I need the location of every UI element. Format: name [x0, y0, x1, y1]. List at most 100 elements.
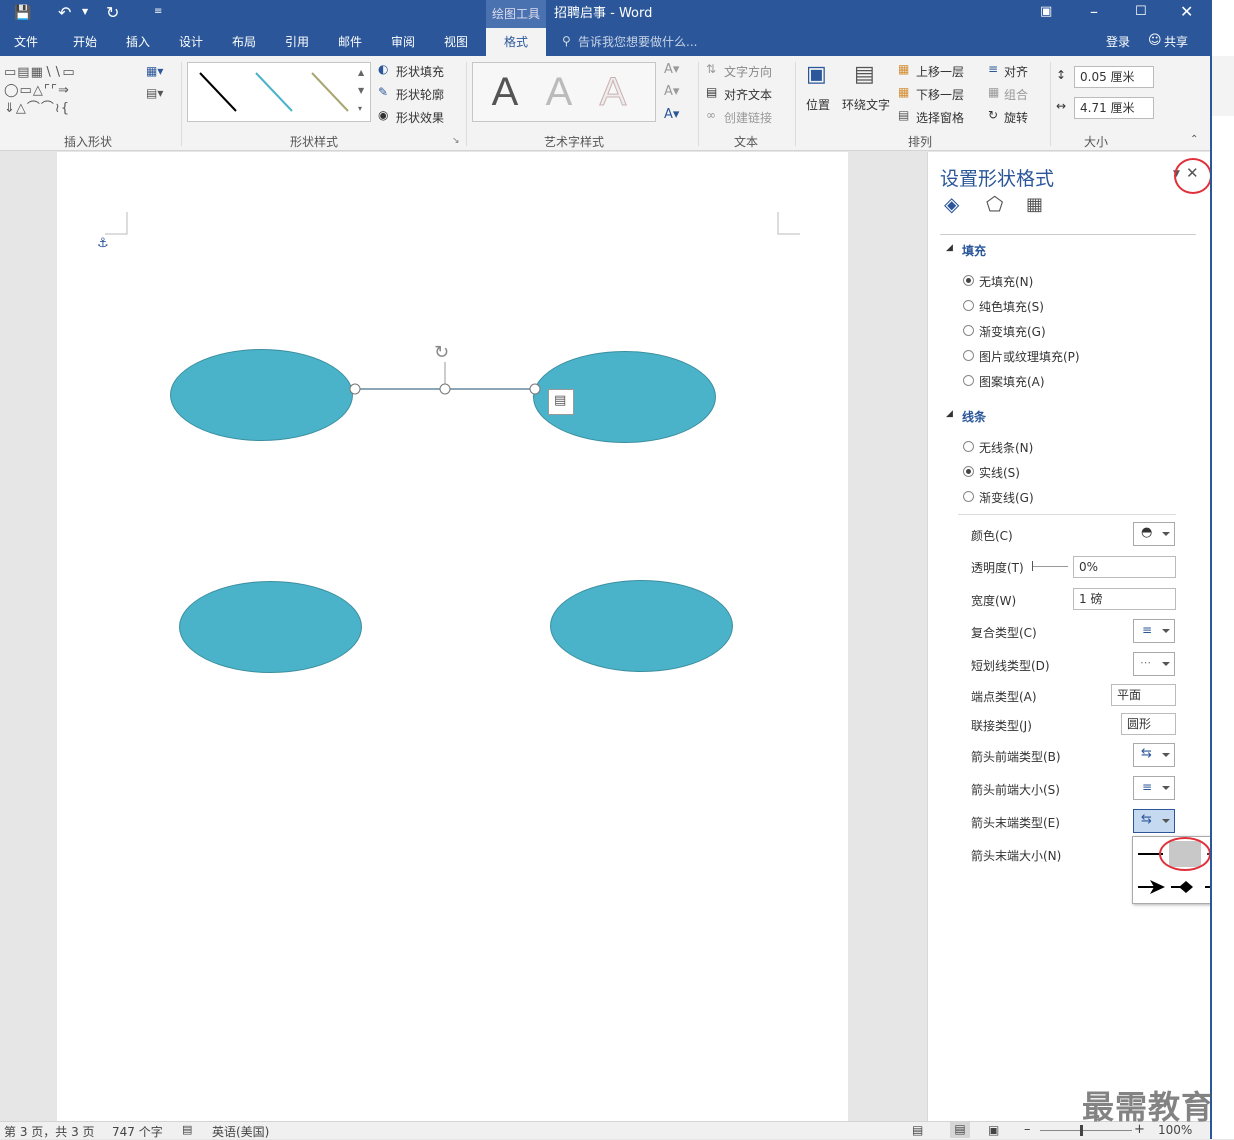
- group-button[interactable]: 组合: [1004, 86, 1028, 103]
- undo-icon[interactable]: ↶: [58, 3, 71, 22]
- transparency-input[interactable]: 0%: [1073, 556, 1176, 578]
- wordart-gallery[interactable]: A A A: [472, 62, 656, 122]
- transparency-slider[interactable]: [1032, 561, 1068, 571]
- document-page[interactable]: ⚓ ↻ ▤: [57, 152, 848, 1122]
- rotate-button[interactable]: 旋转: [1004, 109, 1028, 126]
- size-layout-tab-icon[interactable]: ▦: [1026, 194, 1043, 215]
- collapse-line-icon[interactable]: ◢: [946, 409, 953, 419]
- status-words[interactable]: 747 个字: [112, 1123, 163, 1140]
- effects-tab-icon[interactable]: ⬠: [986, 192, 1003, 216]
- collapse-fill-icon[interactable]: ◢: [946, 243, 953, 253]
- redo-icon[interactable]: ↻: [106, 3, 119, 22]
- status-page[interactable]: 第 3 页，共 3 页: [4, 1123, 95, 1140]
- zoom-out-icon[interactable]: –: [1024, 1122, 1031, 1137]
- shape-fill-button[interactable]: 形状填充: [396, 63, 444, 80]
- radio-gradient-fill[interactable]: [963, 325, 974, 336]
- begin-size-dropdown[interactable]: ≡: [1133, 776, 1175, 800]
- fill-line-tab-icon[interactable]: ◈: [944, 192, 959, 216]
- customize-qat-icon[interactable]: ≡: [154, 6, 162, 17]
- dialog-launcher-icon[interactable]: ↘: [452, 136, 460, 146]
- text-fill-icon[interactable]: A▾: [664, 62, 679, 77]
- label-end-type: 箭头末端类型(E): [971, 816, 1060, 830]
- radio-solid-line[interactable]: [963, 466, 974, 477]
- tab-home[interactable]: 开始: [60, 28, 110, 56]
- read-mode-icon[interactable]: ▤: [912, 1123, 923, 1137]
- undo-dropdown-icon[interactable]: ▼: [82, 7, 88, 16]
- group-insert-shapes: 插入形状: [64, 135, 113, 149]
- begin-type-dropdown[interactable]: ⇆: [1133, 743, 1175, 767]
- minimize-icon[interactable]: –: [1090, 2, 1098, 21]
- close-window-icon[interactable]: ✕: [1180, 2, 1193, 21]
- tab-layout[interactable]: 布局: [219, 28, 269, 56]
- tab-file[interactable]: 文件: [0, 28, 52, 56]
- shape-outline-button[interactable]: 形状轮廓: [396, 86, 444, 103]
- gallery-scroll-icon[interactable]: ▲ ▼ ▾: [358, 64, 364, 118]
- compound-dropdown[interactable]: ≡: [1133, 619, 1175, 643]
- send-backward-button[interactable]: 下移一层: [916, 86, 964, 103]
- radio-no-fill[interactable]: [963, 275, 974, 286]
- wordart-style-3[interactable]: A: [589, 67, 637, 117]
- radio-picture-fill[interactable]: [963, 350, 974, 361]
- share-button[interactable]: 共享: [1164, 28, 1188, 56]
- collapse-ribbon-icon[interactable]: ⌃: [1190, 134, 1198, 145]
- tab-view[interactable]: 视图: [431, 28, 481, 56]
- end-type-dropdown[interactable]: ⇆: [1133, 809, 1175, 833]
- tab-mailings[interactable]: 邮件: [325, 28, 375, 56]
- ellipse-bottom-left[interactable]: [179, 581, 362, 673]
- web-layout-icon[interactable]: ▣: [988, 1123, 999, 1137]
- rotate-icon: ↻: [988, 108, 999, 122]
- ribbon-display-icon[interactable]: ▣: [1040, 4, 1052, 19]
- wordart-style-2[interactable]: A: [535, 67, 583, 117]
- login-link[interactable]: 登录: [1106, 28, 1130, 56]
- maximize-icon[interactable]: ☐: [1135, 4, 1147, 19]
- layout-options-button[interactable]: ▤: [548, 389, 574, 415]
- shapes-gallery[interactable]: ▭▤▦∖∖▭ ◯▭△⌜⌜⇒ ⇓△⌒⌒≀{: [4, 64, 128, 120]
- bring-forward-button[interactable]: 上移一层: [916, 63, 964, 80]
- radio-gradient-line[interactable]: [963, 491, 974, 502]
- line-section-header[interactable]: 线条: [962, 408, 986, 425]
- radio-solid-fill[interactable]: [963, 300, 974, 311]
- width-input-pane[interactable]: 1 磅: [1073, 588, 1176, 610]
- tell-me-input[interactable]: 告诉我您想要做什么...: [578, 28, 697, 56]
- rotate-handle-icon[interactable]: ↻: [434, 342, 449, 363]
- radio-pattern-fill[interactable]: [963, 375, 974, 386]
- adjacent-window-strip: [1210, 0, 1234, 1139]
- text-direction-button[interactable]: 文字方向: [724, 63, 772, 80]
- height-input[interactable]: 0.05 厘米: [1074, 66, 1154, 88]
- tab-format[interactable]: 格式: [486, 28, 546, 56]
- tab-design[interactable]: 设计: [166, 28, 216, 56]
- radio-no-line[interactable]: [963, 441, 974, 452]
- status-language[interactable]: 英语(美国): [212, 1123, 269, 1140]
- wrap-text-button[interactable]: 环绕文字: [842, 96, 890, 113]
- wordart-style-1[interactable]: A: [481, 67, 529, 117]
- color-dropdown[interactable]: ◓: [1133, 522, 1175, 546]
- height-icon: ↕: [1056, 68, 1067, 82]
- text-outline-icon[interactable]: A▾: [664, 84, 679, 99]
- selected-connector[interactable]: [57, 152, 848, 452]
- proofing-icon[interactable]: ▤: [182, 1123, 192, 1136]
- save-icon[interactable]: 💾: [14, 5, 31, 21]
- adjacent-window-edge: [1212, 56, 1234, 116]
- position-button[interactable]: 位置: [806, 96, 830, 113]
- tab-references[interactable]: 引用: [272, 28, 322, 56]
- tab-insert[interactable]: 插入: [113, 28, 163, 56]
- join-select[interactable]: 圆形: [1121, 713, 1176, 735]
- create-link-button[interactable]: 创建链接: [724, 109, 772, 126]
- fill-section-header[interactable]: 填充: [962, 242, 986, 259]
- shape-effect-button[interactable]: 形状效果: [396, 109, 444, 126]
- align-text-button[interactable]: 对齐文本: [724, 86, 772, 103]
- edit-shape-icon[interactable]: ▦▾: [146, 64, 163, 78]
- shape-style-gallery[interactable]: [187, 62, 371, 122]
- tab-review[interactable]: 审阅: [378, 28, 428, 56]
- slider-thumb[interactable]: [1032, 561, 1033, 571]
- selection-pane-button[interactable]: 选择窗格: [916, 109, 964, 126]
- text-box-icon[interactable]: ▤▾: [146, 86, 163, 100]
- text-effect-icon[interactable]: A▾: [664, 107, 679, 122]
- dash-dropdown[interactable]: ⋯: [1133, 652, 1175, 676]
- width-input[interactable]: 4.71 厘米: [1074, 97, 1154, 119]
- zoom-slider[interactable]: [1040, 1125, 1132, 1136]
- print-layout-icon[interactable]: ▤: [950, 1122, 970, 1138]
- ellipse-bottom-right[interactable]: [550, 580, 733, 672]
- align-button[interactable]: 对齐: [1004, 63, 1028, 80]
- cap-select[interactable]: 平面: [1111, 684, 1176, 706]
